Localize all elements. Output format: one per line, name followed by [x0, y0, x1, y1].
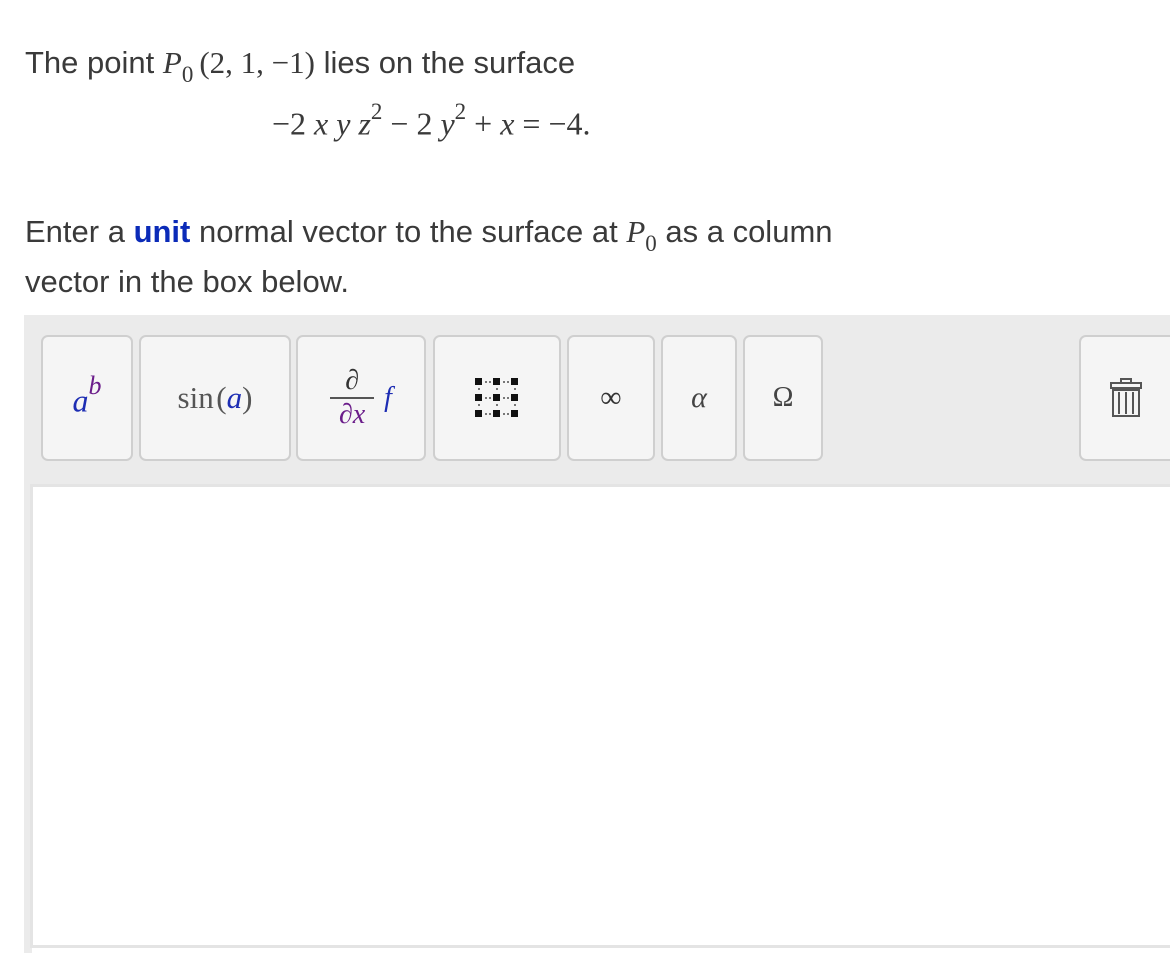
function-name: sin [177, 380, 214, 415]
derivative-function: f [384, 382, 392, 413]
function-button[interactable]: sin (a) [139, 335, 291, 461]
line2-prefix: Enter a [25, 214, 134, 249]
trash-icon [1109, 378, 1142, 417]
derivative-icon: ∂ ∂x f [330, 365, 392, 431]
omega-icon: Ω [772, 382, 794, 413]
trash-button[interactable] [1079, 335, 1170, 461]
equation-editor-toolbar: ab sin (a) ∂ ∂x f ∞ α Ω [24, 315, 1170, 485]
line2-suffix: as a column [656, 214, 833, 249]
eq-term1-coef: −2 [272, 105, 315, 142]
point-subscript-2: 0 [645, 231, 657, 256]
answer-input-area[interactable] [30, 484, 1170, 948]
function-arg: a [226, 380, 243, 415]
matrix-icon [475, 378, 518, 417]
infinity-icon: ∞ [600, 381, 622, 414]
surface-equation: −2 x y z2 − 2 y2 + x = −4. [272, 99, 591, 143]
calculus-button[interactable]: ∂ ∂x f [296, 335, 426, 461]
eq-rhs: = −4. [514, 105, 591, 142]
power-base: a [72, 382, 89, 419]
power-icon: ab [72, 371, 102, 420]
eq-term2-exp: 2 [454, 99, 467, 124]
eq-minus: − 2 [382, 105, 441, 142]
point-subscript: 0 [181, 62, 194, 87]
sin-icon: sin (a) [177, 380, 253, 415]
derivative-numerator: ∂ [345, 365, 360, 396]
point-coordinates: (2, 1, −1) [199, 45, 315, 80]
problem-statement-line2: Enter a unit normal vector to the surfac… [25, 214, 833, 256]
point-symbol: P [162, 45, 182, 80]
eq-term2-var: y [440, 105, 455, 142]
eq-term1-vars: x y z [314, 105, 371, 142]
line1-suffix: lies on the surface [314, 45, 576, 80]
eq-term1-exp: 2 [370, 99, 383, 124]
infinity-button[interactable]: ∞ [567, 335, 655, 461]
line1-prefix: The point [25, 45, 163, 80]
power-exponent: b [88, 370, 102, 400]
unit-emphasis: unit [133, 214, 191, 249]
exponent-button[interactable]: ab [41, 335, 133, 461]
symbols-button[interactable]: Ω [743, 335, 823, 461]
problem-statement-line3: vector in the box below. [25, 264, 349, 299]
line2-middle: normal vector to the surface at [190, 214, 627, 249]
derivative-denominator: ∂x [338, 399, 366, 430]
eq-term3-var: x [500, 105, 515, 142]
matrix-button[interactable] [433, 335, 561, 461]
point-symbol-2: P [626, 214, 646, 249]
problem-statement-line1: The point P0 (2, 1, −1) lies on the surfa… [25, 45, 576, 87]
greek-button[interactable]: α [661, 335, 737, 461]
alpha-icon: α [691, 381, 707, 414]
eq-plus: + [466, 105, 501, 142]
